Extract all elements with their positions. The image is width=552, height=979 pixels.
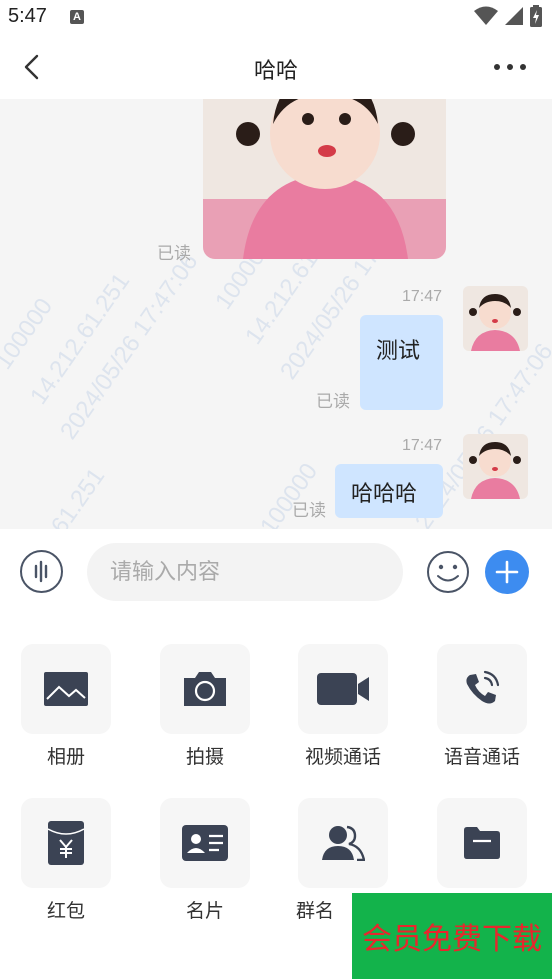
watermark-text: 14.212.61.251 [25,268,136,410]
message-bubble[interactable]: 测试 [360,315,443,410]
group-icon [322,825,365,861]
photo-album-icon [44,672,88,706]
voice-wave-icon [34,560,48,583]
chat-title: 哈哈 [253,59,298,84]
avatar-image [463,286,528,351]
album-label: 相册 [46,746,85,768]
message-time: 17:47 [402,288,443,305]
avatar[interactable] [463,434,528,499]
avatar[interactable] [463,286,528,351]
watermark-text: 14.212.61.251 [0,463,111,529]
folder-icon [464,827,500,859]
signal-icon [505,7,523,25]
plus-icon [495,560,519,584]
emoji-button[interactable] [426,550,470,594]
red-packet-button[interactable] [21,798,111,888]
battery-icon [530,5,542,27]
business-card-button[interactable] [160,798,250,888]
message-bubble[interactable]: 哈哈哈 [335,464,443,518]
read-status: 已读 [157,244,191,264]
smiley-icon [427,551,469,593]
status-icons [474,5,542,27]
more-dots-icon [494,64,526,70]
video-call-button[interactable] [298,644,388,734]
photo-image [203,99,446,259]
red-packet-label: 红包 [46,900,85,922]
message-time: 17:47 [402,437,443,454]
more-button[interactable] [492,54,528,80]
chat-header: 哈哈 [0,36,552,99]
avatar-image [463,434,528,499]
camera-icon [184,672,226,706]
watermark-text: 2024/05/26 17:47:06 [55,248,204,445]
message-text: 测试 [376,339,421,364]
image-message[interactable] [203,99,446,259]
red-packet-icon [48,821,84,865]
file-button[interactable] [437,798,527,888]
status-time: 5:47 [8,5,47,27]
chat-area[interactable]: 100000 14.212.61.251 2024/05/26 17:47:06… [0,99,552,529]
watermark-text: 100000 [0,293,59,375]
notification-icon: A [70,10,84,24]
read-status: 已读 [316,392,350,412]
video-call-icon [317,673,369,705]
input-bar [0,529,552,615]
business-card-icon [182,825,228,861]
voice-button[interactable] [20,550,63,593]
more-functions-button[interactable] [485,550,529,594]
promo-download-button[interactable]: 会员免费下载 [352,893,552,979]
group-button[interactable] [298,798,388,888]
status-bar: 5:47 A [0,0,552,36]
voice-call-icon [466,670,500,704]
voice-call-button[interactable] [437,644,527,734]
wifi-icon [474,6,498,25]
album-button[interactable] [21,644,111,734]
voice-call-label: 语音通话 [443,746,520,768]
camera-button[interactable] [160,644,250,734]
read-status: 已读 [292,501,326,521]
message-text: 哈哈哈 [351,482,418,507]
message-input[interactable] [87,543,403,601]
video-call-label: 视频通话 [304,746,381,768]
camera-label: 拍摄 [185,746,224,768]
